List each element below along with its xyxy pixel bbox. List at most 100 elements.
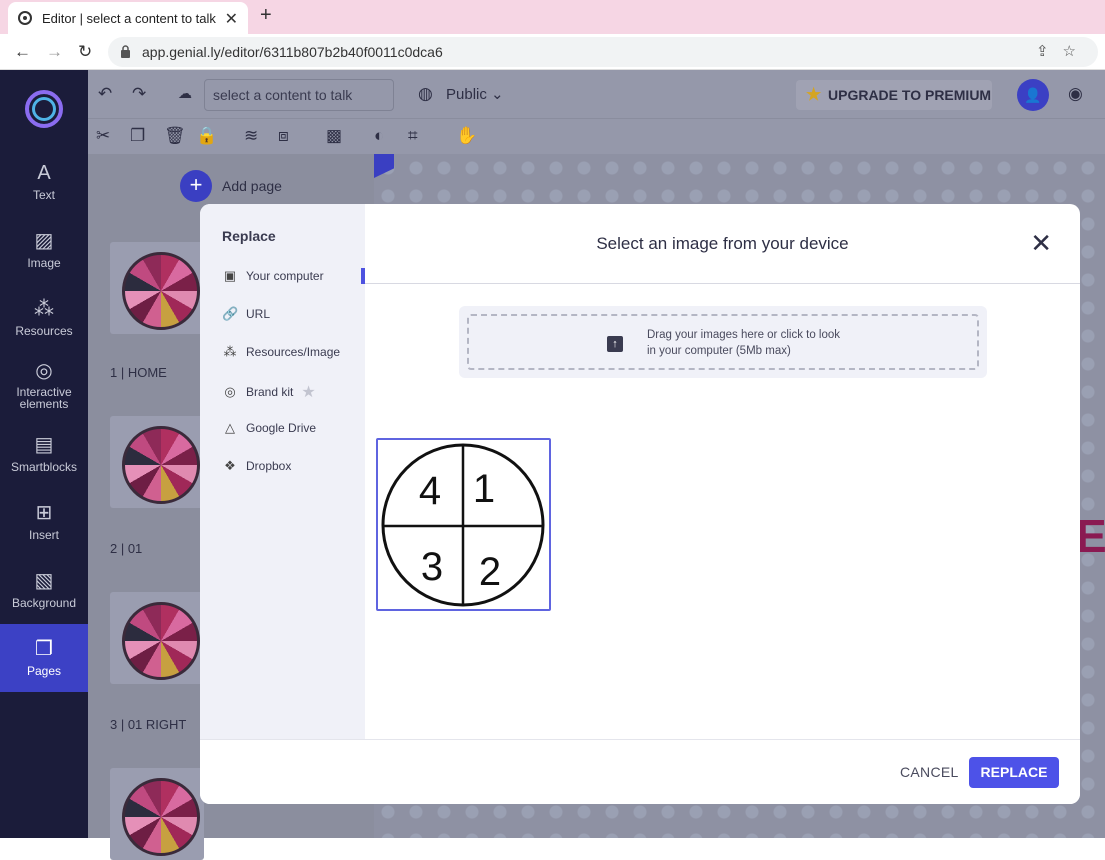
close-icon[interactable]: ✕	[1030, 230, 1052, 256]
source-your-computer[interactable]: ▣ Your computer	[222, 268, 324, 284]
dropzone-border: ↑ Drag your images here or click to look…	[467, 314, 979, 370]
visibility-select[interactable]: Public ⌄	[446, 85, 504, 103]
talk-search-input[interactable]: select a content to talk	[204, 79, 394, 111]
image-dropzone[interactable]: ↑ Drag your images here or click to look…	[459, 306, 987, 378]
chevron-down-icon: ⌄	[491, 86, 504, 103]
wheel-image	[122, 602, 200, 680]
transparency-icon[interactable]: ▩	[326, 126, 342, 146]
left-sidebar: A Text ▨ Image ⁂ Resources ◎ Interactive…	[0, 70, 88, 838]
upgrade-button[interactable]: ★ UPGRADE TO PREMIUM	[796, 80, 992, 110]
page-label: 2 | 01	[110, 541, 143, 556]
edit-toolbar: ✂ ❐ 🗑 🔒 ≋ ⧈ ▩ ◐ ⌗ ✋	[88, 118, 1105, 154]
page-thumbnail[interactable]	[110, 242, 204, 334]
new-tab-icon[interactable]: +	[260, 4, 272, 27]
sidebar-item-resources[interactable]: ⁂ Resources	[0, 298, 88, 338]
wheel-image	[122, 252, 200, 330]
sidebar-item-text[interactable]: A Text	[0, 162, 88, 202]
interactive-icon: ◎	[35, 360, 53, 382]
modal-header: Select an image from your device ✕	[365, 204, 1080, 284]
resources-icon: ⁂	[223, 344, 237, 359]
wheel-image	[122, 778, 200, 856]
sidebar-item-pages[interactable]: ❐ Pages	[0, 624, 88, 692]
talk-icon: ☁	[178, 85, 192, 101]
dropbox-icon: ❖	[224, 458, 236, 473]
sidebar-item-background[interactable]: ▧ Background	[0, 570, 88, 610]
cut-icon[interactable]: ✂	[96, 126, 110, 146]
page-label: 3 | 01 RIGHT	[110, 717, 187, 732]
sidebar-item-insert[interactable]: ⊞ Insert	[0, 502, 88, 542]
resources-icon: ⁂	[34, 298, 54, 320]
forward-icon[interactable]: →	[46, 42, 63, 62]
insert-icon: ⊞	[35, 502, 53, 524]
upload-icon: ↑	[607, 336, 623, 352]
reload-icon[interactable]: ↻	[78, 42, 92, 62]
page-thumbnail[interactable]	[110, 592, 204, 684]
top-toolbar: ↶ ↷ ☁ select a content to talk ◍ Public …	[88, 70, 1105, 118]
hand-icon[interactable]: ✋	[456, 126, 477, 146]
source-resources-image[interactable]: ⁂ Resources/Image	[222, 344, 341, 360]
premium-star-icon: ★	[301, 384, 316, 401]
modal-footer: CANCEL REPLACE	[200, 739, 1080, 804]
globe-icon: ◍	[418, 84, 433, 103]
group-icon[interactable]: ⧈	[278, 126, 289, 146]
canvas-partial-text: E	[1076, 510, 1105, 562]
source-brand-kit[interactable]: ◎ Brand kit ★	[222, 382, 316, 402]
share-star-icons[interactable]: ⇪☆	[1036, 42, 1090, 60]
filter-icon[interactable]: ◐	[374, 126, 384, 146]
quadrant-number: 4	[419, 469, 441, 513]
page-thumbnail[interactable]	[110, 768, 204, 860]
replace-button[interactable]: REPLACE	[969, 757, 1059, 788]
genially-icon: ◎	[224, 384, 236, 399]
lock-icon	[121, 45, 130, 58]
pages-icon: ❐	[35, 638, 53, 660]
page-label: 1 | HOME	[110, 365, 167, 380]
dropzone-text: Drag your images here or click to look i…	[647, 329, 841, 357]
quadrant-number: 2	[479, 550, 501, 594]
wheel-image	[122, 426, 200, 504]
replace-source-menu: Replace ▣ Your computer 🔗 URL ⁂ Resources/I…	[200, 204, 365, 739]
url-text: app.genial.ly/editor/6311b807b2b40f0011c…	[142, 44, 443, 60]
browser-tab-bar: Editor | select a content to talk ✕ +	[0, 0, 1105, 34]
address-bar: ← → ↻ app.genial.ly/editor/6311b807b2b40…	[0, 34, 1105, 70]
back-icon[interactable]: ←	[14, 42, 31, 62]
uploaded-image-thumbnail[interactable]: 4 1 3 2	[376, 438, 551, 611]
crop-icon[interactable]: ⌗	[408, 126, 418, 146]
add-page-label[interactable]: Add page	[222, 178, 282, 194]
link-icon: 🔗	[222, 306, 239, 321]
add-user-icon[interactable]: 👤	[1017, 79, 1049, 111]
replace-title: Replace	[222, 228, 276, 244]
layers-icon[interactable]: ≋	[244, 126, 258, 146]
image-icon: ▨	[34, 230, 54, 252]
modal-title: Select an image from your device	[596, 234, 849, 253]
monitor-icon: ▣	[223, 268, 237, 283]
delete-icon[interactable]: 🗑	[164, 126, 186, 146]
sidebar-item-smartblocks[interactable]: ▤ Smartblocks	[0, 434, 88, 474]
tab-title: Editor | select a content to talk	[42, 10, 216, 26]
tab-close-icon[interactable]: ✕	[225, 9, 238, 29]
background-icon: ▧	[34, 570, 54, 592]
google-drive-icon: △	[225, 420, 235, 435]
replace-image-modal: Replace ▣ Your computer 🔗 URL ⁂ Resources/I…	[200, 204, 1080, 804]
genially-favicon-icon	[18, 11, 32, 25]
text-icon: A	[37, 162, 51, 184]
source-url[interactable]: 🔗 URL	[222, 306, 270, 322]
quadrant-number: 1	[473, 467, 495, 511]
source-dropbox[interactable]: ❖ Dropbox	[222, 458, 291, 474]
duplicate-icon[interactable]: ❐	[130, 126, 145, 146]
sidebar-item-interactive-elements[interactable]: ◎ Interactive elements	[0, 360, 88, 410]
source-google-drive[interactable]: △ Google Drive	[222, 420, 316, 436]
lock-element-icon[interactable]: 🔒	[196, 126, 217, 146]
undo-icon[interactable]: ↶	[98, 84, 112, 104]
quadrant-circle-image: 4 1 3 2	[381, 443, 545, 607]
redo-icon[interactable]: ↷	[132, 84, 146, 104]
cancel-button[interactable]: CANCEL	[900, 764, 959, 780]
url-field[interactable]: app.genial.ly/editor/6311b807b2b40f0011c…	[108, 37, 1098, 67]
browser-tab[interactable]: Editor | select a content to talk ✕	[8, 2, 248, 34]
page-thumbnail[interactable]	[110, 416, 204, 508]
smartblocks-icon: ▤	[34, 434, 54, 456]
genially-logo-icon[interactable]	[25, 90, 63, 128]
star-icon: ★	[806, 85, 822, 104]
sidebar-item-image[interactable]: ▨ Image	[0, 230, 88, 270]
add-page-icon[interactable]: +	[180, 170, 212, 202]
preview-eye-icon[interactable]: ◉	[1068, 84, 1083, 104]
